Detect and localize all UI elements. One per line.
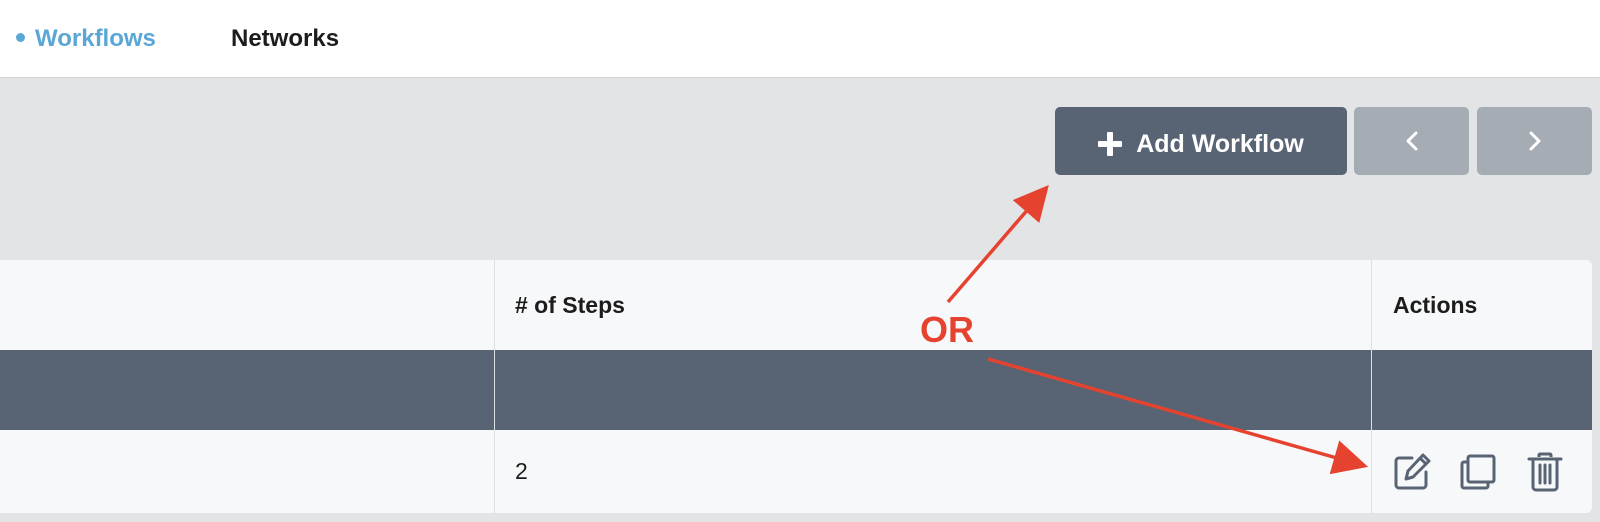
workflows-table: # of Steps Actions 2	[0, 260, 1592, 513]
column-divider	[1371, 260, 1372, 513]
tab-networks-label: Networks	[231, 25, 340, 52]
annotation-or-label: OR	[920, 309, 974, 350]
column-divider	[494, 260, 495, 513]
chevron-left-icon	[1406, 131, 1417, 151]
header-actions: Actions	[1393, 292, 1478, 318]
edit-icon[interactable]	[1392, 452, 1432, 492]
table-row[interactable]: 2	[0, 430, 1592, 513]
active-dot-icon	[16, 33, 25, 43]
top-nav: Workflows Networks	[0, 0, 1600, 78]
tab-workflows-label: Workflows	[35, 25, 156, 52]
prev-page-button[interactable]	[1354, 107, 1469, 175]
copy-icon[interactable]	[1458, 452, 1498, 492]
plus-icon	[1098, 109, 1123, 177]
trash-icon[interactable]	[1525, 452, 1565, 492]
header-steps[interactable]: # of Steps	[515, 260, 625, 350]
add-workflow-button[interactable]: Add Workflow	[1055, 107, 1347, 175]
tab-workflows[interactable]: Workflows	[16, 24, 156, 54]
chevron-right-icon	[1529, 131, 1540, 151]
table-header: # of Steps Actions	[0, 260, 1592, 350]
group-row[interactable]	[0, 350, 1592, 430]
add-workflow-label: Add Workflow	[1136, 130, 1304, 158]
next-page-button[interactable]	[1477, 107, 1592, 175]
tab-networks[interactable]: Networks	[231, 24, 339, 54]
steps-cell: 2	[515, 458, 528, 484]
